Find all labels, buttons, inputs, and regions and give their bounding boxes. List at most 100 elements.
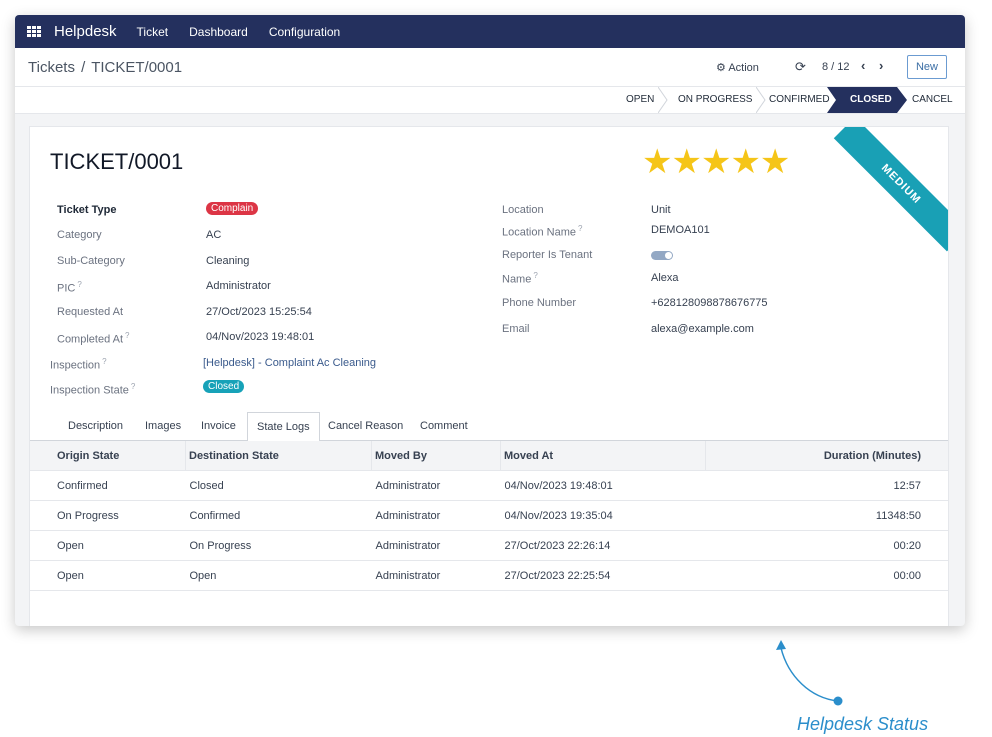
stage-closed[interactable]: CLOSED [850,87,892,113]
inspection-link[interactable]: [Helpdesk] - Complaint Ac Cleaning [203,357,376,369]
chevron-right-icon[interactable]: › [879,58,883,73]
category-label: Category [57,229,102,241]
column-header-moved-by[interactable]: Moved By [371,441,501,471]
new-button[interactable]: New [907,55,947,79]
cell-moved-at: 27/Oct/2023 22:26:14 [500,530,706,561]
table-row[interactable]: On Progress Confirmed Administrator 04/N… [30,500,948,531]
requested-at-value[interactable]: 27/Oct/2023 15:25:54 [206,306,312,318]
subcategory-value[interactable]: Cleaning [206,255,249,267]
cell-duration: 00:00 [705,560,948,591]
pager-value[interactable]: 8 / 12 [822,61,850,73]
tab-invoice[interactable]: Invoice [192,412,245,440]
stage-separator-icon [658,87,668,113]
column-header-moved-at[interactable]: Moved At [500,441,706,471]
inspection-state-badge: Closed [203,380,245,393]
cell-origin-state: Open [30,560,186,591]
column-header-origin-state[interactable]: Origin State [30,441,186,471]
help-icon[interactable]: ? [131,382,135,391]
inspection-label: Inspection? [50,357,107,372]
nav-item-configuration[interactable]: Configuration [269,25,340,39]
breadcrumb-separator: / [81,59,86,76]
annotation-caption: Helpdesk Status [797,714,929,734]
cell-destination-state: Open [185,560,372,591]
requested-at-label: Requested At [57,306,124,318]
cell-duration: 00:20 [705,530,948,561]
apps-grid-icon[interactable] [27,25,41,38]
nav-item-ticket[interactable]: Ticket [137,25,169,39]
cell-moved-by: Administrator [371,470,501,501]
cell-moved-by: Administrator [371,530,501,561]
column-header-duration[interactable]: Duration (Minutes) [705,441,948,471]
location-name-label: Location Name? [502,224,582,239]
nav-item-dashboard[interactable]: Dashboard [189,25,248,39]
completed-at-value[interactable]: 04/Nov/2023 19:48:01 [206,331,314,343]
tab-cancel-reason[interactable]: Cancel Reason [319,412,412,440]
reporter-is-tenant-toggle[interactable] [651,251,673,260]
pic-value[interactable]: Administrator [206,280,271,292]
phone-value[interactable]: +628128098878676775 [651,297,768,309]
app-brand[interactable]: Helpdesk [54,23,117,40]
cell-destination-state: Closed [185,470,372,501]
reporter-is-tenant-label: Reporter Is Tenant [502,249,593,261]
tab-comment[interactable]: Comment [411,412,477,440]
completed-at-label-text: Completed At [57,333,124,346]
table-row[interactable]: Open On Progress Administrator 27/Oct/20… [30,530,948,561]
help-icon[interactable]: ? [102,357,106,366]
cell-destination-state: On Progress [185,530,372,561]
notebook-tabs: Description Images Invoice State Logs Ca… [30,412,948,442]
action-button[interactable]: ⚙ Action [716,61,759,74]
state-logs-table: Origin State Destination State Moved By … [30,441,948,591]
category-value[interactable]: AC [206,229,221,241]
cell-moved-at: 27/Oct/2023 22:25:54 [500,560,706,591]
tab-state-logs[interactable]: State Logs [247,412,320,442]
inspection-state-label-text: Inspection State [50,384,129,397]
pic-label-text: PIC [57,282,76,295]
help-icon[interactable]: ? [125,331,129,340]
breadcrumb: Tickets / TICKET/0001 [28,59,182,76]
cell-origin-state: On Progress [30,500,186,531]
help-icon[interactable]: ? [578,224,582,233]
control-panel: Tickets / TICKET/0001 ⚙ Action ⟳ 8 / 12 … [15,48,965,87]
stage-confirmed[interactable]: CONFIRMED [769,87,830,113]
name-value[interactable]: Alexa [651,272,679,284]
tab-description[interactable]: Description [59,412,132,440]
cell-origin-state: Open [30,530,186,561]
location-label: Location [502,204,544,216]
breadcrumb-current: TICKET/0001 [91,59,183,76]
top-navbar: Helpdesk Ticket Dashboard Configuration [15,15,965,48]
stage-cancel[interactable]: CANCEL [912,87,953,113]
cell-moved-by: Administrator [371,560,501,591]
inspection-state-label: Inspection State? [50,382,135,397]
name-label: Name? [502,271,538,286]
subcategory-label: Sub-Category [57,255,125,267]
cell-moved-at: 04/Nov/2023 19:48:01 [500,470,706,501]
help-icon[interactable]: ? [533,271,537,280]
rating-stars[interactable]: ★★★★★ [642,142,790,182]
table-row[interactable]: Confirmed Closed Administrator 04/Nov/20… [30,470,948,501]
cell-duration: 11348:50 [705,500,948,531]
ticket-type-label: Ticket Type [57,204,117,216]
form-sheet: TICKET/0001 ★★★★★ MEDIUM Ticket Type Com… [29,126,949,626]
column-header-destination-state[interactable]: Destination State [185,441,372,471]
phone-label: Phone Number [502,297,576,309]
stage-on-progress[interactable]: ON PROGRESS [678,87,752,113]
ticket-type-badge: Complain [206,202,259,215]
table-row[interactable]: Open Open Administrator 27/Oct/2023 22:2… [30,560,948,591]
table-header-row: Origin State Destination State Moved By … [30,441,948,471]
stage-open[interactable]: OPEN [626,87,654,113]
refresh-icon[interactable]: ⟳ [795,59,806,75]
cell-duration: 12:57 [705,470,948,501]
breadcrumb-parent[interactable]: Tickets [28,59,75,76]
email-value[interactable]: alexa@example.com [651,323,754,335]
location-value[interactable]: Unit [651,204,671,216]
help-icon[interactable]: ? [77,280,81,289]
location-name-value[interactable]: DEMOA101 [651,224,710,236]
location-name-label-text: Location Name [502,226,576,239]
name-label-text: Name [502,273,532,286]
chevron-left-icon[interactable]: ‹ [861,58,865,73]
status-bar: OPEN ON PROGRESS CONFIRMED CLOSED CANCEL [15,87,965,114]
tab-images[interactable]: Images [136,412,190,440]
cell-moved-at: 04/Nov/2023 19:35:04 [500,500,706,531]
email-label: Email [502,323,530,335]
ticket-title: TICKET/0001 [50,149,184,174]
